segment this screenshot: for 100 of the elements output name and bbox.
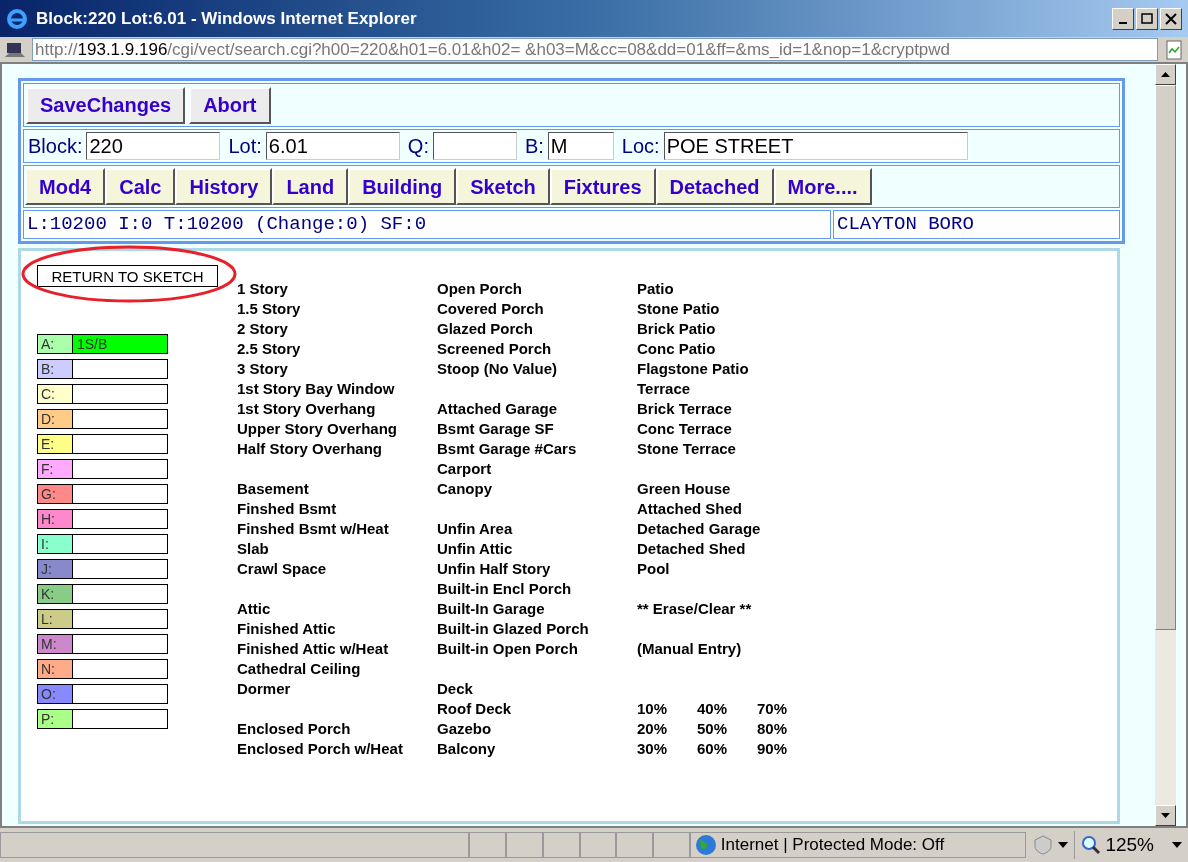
- option-item[interactable]: Slab: [237, 539, 269, 559]
- option-item[interactable]: 1.5 Story: [237, 299, 301, 319]
- option-item[interactable]: 2.5 Story: [237, 339, 301, 359]
- section-row[interactable]: N:: [37, 659, 168, 679]
- toolbar-button[interactable]: More....: [773, 168, 872, 205]
- option-item[interactable]: Deck: [437, 679, 473, 699]
- percent-option[interactable]: 60%: [697, 739, 728, 759]
- toolbar-button[interactable]: Abort: [189, 86, 271, 124]
- return-button[interactable]: RETURN TO SKETCH: [37, 265, 218, 287]
- maximize-button[interactable]: [1136, 7, 1158, 30]
- minimize-button[interactable]: [1112, 7, 1134, 30]
- section-row[interactable]: M:: [37, 634, 168, 654]
- option-item[interactable]: Bsmt Garage SF: [437, 419, 554, 439]
- option-item[interactable]: Detached Garage: [637, 519, 761, 539]
- text-field[interactable]: 6.01: [265, 132, 400, 160]
- option-item[interactable]: Enclosed Porch: [237, 719, 351, 739]
- option-item[interactable]: Screened Porch: [437, 339, 552, 359]
- text-field[interactable]: M: [547, 132, 614, 160]
- percent-option[interactable]: 90%: [757, 739, 788, 759]
- option-item[interactable]: Attached Shed: [637, 499, 742, 519]
- option-item[interactable]: Unfin Half Story: [437, 559, 551, 579]
- option-item[interactable]: Pool: [637, 559, 670, 579]
- option-item[interactable]: Roof Deck: [437, 699, 512, 719]
- option-item[interactable]: Conc Patio: [637, 339, 716, 359]
- option-item[interactable]: 1 Story: [237, 279, 288, 299]
- section-row[interactable]: J:: [37, 559, 168, 579]
- option-item[interactable]: (Manual Entry): [637, 639, 742, 659]
- option-item[interactable]: Conc Terrace: [637, 419, 732, 439]
- option-item[interactable]: Finshed Bsmt: [237, 499, 337, 519]
- percent-option[interactable]: 10%: [637, 699, 668, 719]
- down-arrow-icon[interactable]: [1161, 813, 1170, 818]
- section-row[interactable]: D:: [37, 409, 168, 429]
- up-arrow-icon[interactable]: [1161, 72, 1170, 77]
- toolbar-button[interactable]: Building: [348, 168, 457, 205]
- page-icon[interactable]: [1164, 39, 1184, 60]
- section-row[interactable]: C:: [37, 384, 168, 404]
- option-item[interactable]: Stone Patio: [637, 299, 720, 319]
- caret-icon[interactable]: [1058, 842, 1069, 848]
- toolbar-button[interactable]: Mod4: [25, 168, 106, 205]
- section-row[interactable]: G:: [37, 484, 168, 504]
- option-item[interactable]: Finshed Bsmt w/Heat: [237, 519, 389, 539]
- option-item[interactable]: Built-In Garage: [437, 599, 545, 619]
- option-item[interactable]: 3 Story: [237, 359, 288, 379]
- percent-option[interactable]: 70%: [757, 699, 788, 719]
- option-item[interactable]: Stoop (No Value): [437, 359, 557, 379]
- option-item[interactable]: Bsmt Garage #Cars: [437, 439, 577, 459]
- option-item[interactable]: Flagstone Patio: [637, 359, 749, 379]
- option-item[interactable]: Unfin Area: [437, 519, 513, 539]
- zoom-level[interactable]: 125%: [1105, 830, 1155, 860]
- option-item[interactable]: Crawl Space: [237, 559, 327, 579]
- caret-icon[interactable]: [1172, 842, 1183, 848]
- section-row[interactable]: B:: [37, 359, 168, 379]
- option-item[interactable]: Upper Story Overhang: [237, 419, 398, 439]
- option-item[interactable]: Finished Attic: [237, 619, 336, 639]
- option-item[interactable]: Gazebo: [437, 719, 492, 739]
- toolbar-button[interactable]: SaveChanges: [26, 86, 186, 124]
- percent-option[interactable]: 40%: [697, 699, 728, 719]
- option-item[interactable]: ** Erase/Clear **: [637, 599, 752, 619]
- section-row[interactable]: K:: [37, 584, 168, 604]
- option-item[interactable]: Patio: [637, 279, 674, 299]
- section-row[interactable]: H:: [37, 509, 168, 529]
- address-field[interactable]: http://193.1.9.196/cgi/vect/search.cgi?h00=220&h01=6.01&h02= &h03=M&cc=08&dd=01&ff=&ms_id=1&nop=1&cryptpwd: [32, 38, 1158, 61]
- section-row[interactable]: I:: [37, 534, 168, 554]
- option-item[interactable]: Basement: [237, 479, 309, 499]
- section-row[interactable]: P:: [37, 709, 168, 729]
- option-item[interactable]: Canopy: [437, 479, 492, 499]
- zoom-icon[interactable]: [1081, 835, 1102, 855]
- toolbar-button[interactable]: History: [175, 168, 273, 205]
- option-item[interactable]: 1st Story Bay Window: [237, 379, 395, 399]
- section-row[interactable]: O:: [37, 684, 168, 704]
- option-item[interactable]: Open Porch: [437, 279, 522, 299]
- option-item[interactable]: Half Story Overhang: [237, 439, 383, 459]
- option-item[interactable]: Glazed Porch: [437, 319, 533, 339]
- option-item[interactable]: Brick Terrace: [637, 399, 732, 419]
- option-item[interactable]: Finished Attic w/Heat: [237, 639, 389, 659]
- text-field[interactable]: POE STREET: [663, 132, 968, 160]
- option-item[interactable]: Balcony: [437, 739, 496, 759]
- option-item[interactable]: Dormer: [237, 679, 291, 699]
- option-item[interactable]: Unfin Attic: [437, 539, 513, 559]
- option-item[interactable]: Attached Garage: [437, 399, 558, 419]
- option-item[interactable]: Built-in Encl Porch: [437, 579, 572, 599]
- section-row[interactable]: A: 1S/B: [37, 334, 168, 354]
- scrollbar[interactable]: [1155, 64, 1176, 826]
- option-item[interactable]: Enclosed Porch w/Heat: [237, 739, 403, 759]
- option-item[interactable]: Cathedral Ceiling: [237, 659, 361, 679]
- section-row[interactable]: F:: [37, 459, 168, 479]
- option-item[interactable]: Detached Shed: [637, 539, 746, 559]
- toolbar-button[interactable]: Calc: [105, 168, 176, 205]
- percent-option[interactable]: 20%: [637, 719, 668, 739]
- option-item[interactable]: Stone Terrace: [637, 439, 736, 459]
- option-item[interactable]: Built-in Glazed Porch: [437, 619, 589, 639]
- option-item[interactable]: Green House: [637, 479, 731, 499]
- toolbar-button[interactable]: Land: [272, 168, 349, 205]
- section-row[interactable]: E:: [37, 434, 168, 454]
- section-row[interactable]: L:: [37, 609, 168, 629]
- toolbar-button[interactable]: Sketch: [456, 168, 550, 205]
- toolbar-button[interactable]: Fixtures: [549, 168, 656, 205]
- percent-option[interactable]: 80%: [757, 719, 788, 739]
- option-item[interactable]: Covered Porch: [437, 299, 544, 319]
- option-item[interactable]: Attic: [237, 599, 271, 619]
